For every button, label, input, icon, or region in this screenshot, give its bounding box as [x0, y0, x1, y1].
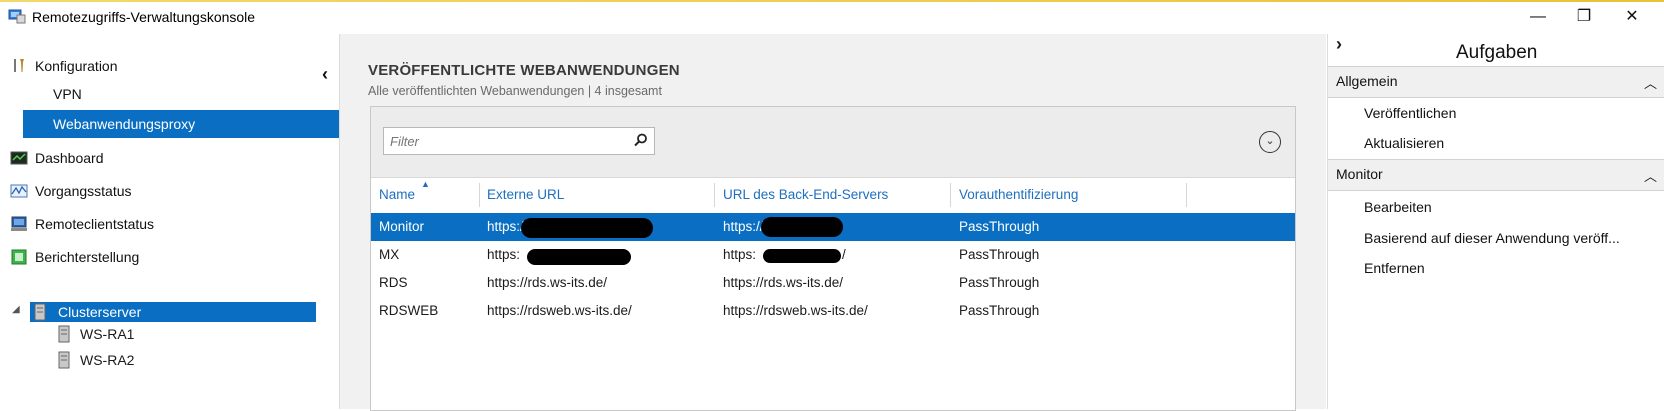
- column-divider[interactable]: [714, 183, 715, 207]
- section-general[interactable]: Allgemein ︿: [1328, 66, 1664, 98]
- chevron-up-icon[interactable]: ︿: [1644, 166, 1657, 185]
- nav-item-label: Vorgangsstatus: [35, 183, 132, 199]
- tools-icon: [14, 59, 24, 72]
- cell-preauthentication: PassThrough: [959, 247, 1040, 262]
- table-row[interactable]: RDSWEB https://rdsweb.ws-its.de/ https:/…: [371, 297, 1295, 325]
- cell-name: RDS: [379, 275, 408, 290]
- action-publish-based-on[interactable]: Basierend auf dieser Anwendung veröff...: [1364, 230, 1620, 246]
- table-row[interactable]: MX https: https: / PassThrough: [371, 241, 1295, 269]
- table-row[interactable]: RDS https://rds.ws-its.de/ https://rds.w…: [371, 269, 1295, 297]
- cell-preauthentication: PassThrough: [959, 219, 1040, 234]
- action-publish[interactable]: Veröffentlichen: [1364, 105, 1456, 121]
- cell-backend-url: https://rdsweb.ws-its.de/: [723, 303, 868, 318]
- tile-toolbar: ⌄: [371, 107, 1295, 178]
- close-button[interactable]: ✕: [1612, 6, 1652, 28]
- cell-external-url: https://rds.ws-its.de/: [487, 275, 608, 290]
- title-bar-accent: [0, 0, 1664, 2]
- tasks-pane: › Aufgaben Allgemein ︿ Veröffentlichen A…: [1327, 34, 1664, 409]
- page-subtitle: Alle veröffentlichten Webanwendungen | 4…: [368, 84, 662, 98]
- filter-input[interactable]: [388, 131, 622, 151]
- chevron-down-icon[interactable]: ⌄: [1259, 131, 1281, 153]
- column-header-name[interactable]: Name: [379, 187, 415, 202]
- web-applications-tile: ⌄ ▲ Name Externe URL URL des Back-End-Se…: [370, 106, 1296, 411]
- content-pane: VERÖFFENTLICHTE WEBANWENDUNGEN Alle verö…: [340, 34, 1326, 411]
- nav-item-configuration[interactable]: Konfiguration: [0, 52, 339, 80]
- expand-pane-icon[interactable]: ›: [1336, 34, 1342, 55]
- column-divider[interactable]: [950, 183, 951, 207]
- server-icon: [34, 303, 46, 321]
- table-header: ▲ Name Externe URL URL des Back-End-Serv…: [371, 179, 1295, 209]
- cell-name: MX: [379, 247, 400, 262]
- redaction-mark: [527, 249, 631, 265]
- action-refresh[interactable]: Aktualisieren: [1364, 135, 1444, 151]
- nav-item-label: Berichterstellung: [35, 249, 140, 265]
- column-header-external-url[interactable]: Externe URL: [487, 187, 564, 202]
- tree-node-ws-ra1[interactable]: WS-RA1: [0, 324, 339, 346]
- chevron-up-icon[interactable]: ︿: [1644, 73, 1657, 92]
- tree-node-label: WS-RA2: [80, 352, 135, 368]
- cell-backend-url: https:: [723, 247, 757, 262]
- nav-item-label: Dashboard: [35, 150, 104, 166]
- navigation-pane: ‹ Konfiguration VPN Webanwendungsproxy D…: [0, 34, 340, 409]
- nav-item-reporting[interactable]: Berichterstellung: [0, 243, 339, 271]
- nav-item-remote-client-status[interactable]: Remoteclientstatus: [0, 210, 339, 238]
- action-edit[interactable]: Bearbeiten: [1364, 199, 1432, 215]
- dashboard-icon: [10, 151, 28, 165]
- tree-node-cluster-server[interactable]: ◢ Clusterserver: [0, 302, 339, 324]
- window-title: Remotezugriffs-Verwaltungskonsole: [32, 9, 256, 25]
- cell-backend-url: https://: [723, 219, 764, 234]
- server-icon: [58, 325, 70, 343]
- nav-item-label: Remoteclientstatus: [35, 216, 155, 232]
- server-icon: [58, 351, 70, 369]
- sort-ascending-icon: ▲: [421, 179, 430, 189]
- table-row[interactable]: Monitor https:// https:// PassThrough: [371, 213, 1295, 241]
- filter-box[interactable]: [383, 127, 655, 155]
- search-icon[interactable]: [634, 133, 648, 147]
- redaction-mark: [763, 249, 841, 263]
- redaction-mark: [521, 218, 653, 238]
- nav-item-operations-status[interactable]: Vorgangsstatus: [0, 177, 339, 205]
- action-remove[interactable]: Entfernen: [1364, 260, 1425, 276]
- tasks-title: Aufgaben: [1456, 42, 1538, 63]
- column-header-preauthentication[interactable]: Vorauthentifizierung: [959, 187, 1078, 202]
- column-divider[interactable]: [1186, 183, 1187, 207]
- section-title: Monitor: [1336, 166, 1383, 182]
- nav-item-web-application-proxy[interactable]: Webanwendungsproxy: [23, 110, 339, 138]
- tree-node-ws-ra2[interactable]: WS-RA2: [0, 350, 339, 372]
- maximize-button[interactable]: ❐: [1564, 6, 1604, 28]
- nav-item-vpn[interactable]: VPN: [53, 80, 82, 108]
- chart-icon: [10, 184, 28, 198]
- computer-icon: [11, 216, 27, 231]
- cell-external-url: https://rdsweb.ws-its.de/: [487, 303, 632, 318]
- report-icon: [11, 249, 27, 265]
- cell-name: Monitor: [379, 219, 425, 234]
- cell-preauthentication: PassThrough: [959, 303, 1040, 318]
- nav-item-dashboard[interactable]: Dashboard: [0, 144, 339, 172]
- tree-node-label: Clusterserver: [58, 304, 142, 320]
- section-monitor[interactable]: Monitor ︿: [1328, 159, 1664, 191]
- section-title: Allgemein: [1336, 73, 1398, 89]
- redaction-mark: [761, 217, 843, 237]
- cell-external-url: https:: [487, 247, 521, 262]
- page-title: VERÖFFENTLICHTE WEBANWENDUNGEN: [368, 62, 680, 79]
- nav-item-label: Konfiguration: [35, 58, 118, 74]
- column-header-backend-url[interactable]: URL des Back-End-Servers: [723, 187, 888, 202]
- cell-backend-url: https://rds.ws-its.de/: [723, 275, 844, 290]
- column-divider[interactable]: [479, 183, 480, 207]
- tree-node-label: WS-RA1: [80, 326, 135, 342]
- cell-name: RDSWEB: [379, 303, 439, 318]
- cell-backend-url-suffix: /: [842, 247, 846, 262]
- title-bar: Remotezugriffs-Verwaltungskonsole — ❐ ✕: [0, 0, 1664, 34]
- minimize-button[interactable]: —: [1518, 6, 1558, 28]
- tree-expand-icon[interactable]: ◢: [12, 304, 20, 315]
- remote-access-app-icon: [8, 9, 26, 24]
- cell-preauthentication: PassThrough: [959, 275, 1040, 290]
